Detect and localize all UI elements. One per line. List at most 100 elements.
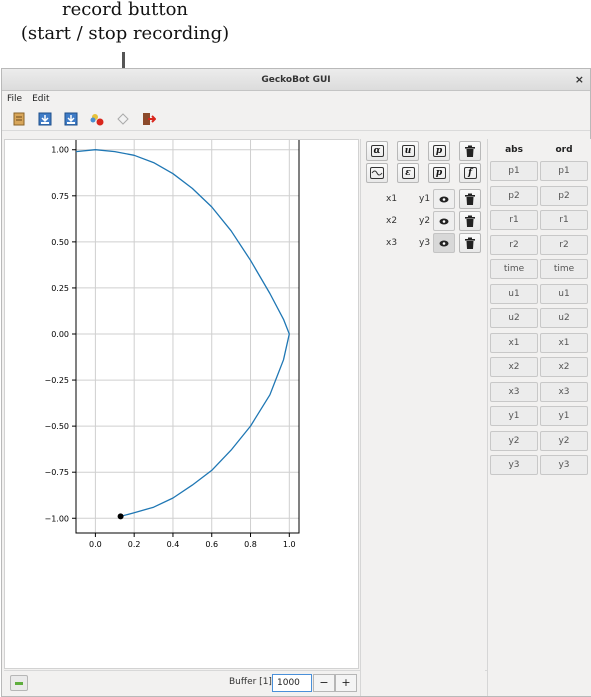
trash-icon — [465, 215, 475, 227]
series-panel: α u p ε p f x1 y1 x2 y2 x3 y3 — [360, 139, 485, 696]
buffer-decrement-button[interactable]: − — [313, 674, 335, 692]
trash-icon — [465, 193, 475, 205]
ord-var-button[interactable]: y2 — [540, 430, 588, 451]
ord-var-button[interactable]: x3 — [540, 381, 588, 402]
ord-var-button[interactable]: r1 — [540, 210, 588, 230]
abs-var-button[interactable]: y1 — [490, 406, 538, 426]
ord-var-button[interactable]: x2 — [540, 357, 588, 377]
delete-series-button[interactable] — [459, 211, 481, 231]
alpha-icon: α — [370, 145, 384, 157]
wave-icon — [370, 167, 384, 179]
visibility-toggle[interactable] — [433, 189, 455, 209]
series-line — [75, 149, 290, 518]
menu-bar: File Edit — [2, 91, 590, 107]
delete-series-button[interactable] — [459, 233, 481, 253]
series-x-label: x2 — [386, 216, 398, 226]
ord-var-button[interactable]: y3 — [540, 455, 588, 475]
close-icon[interactable]: × — [575, 69, 584, 91]
ord-var-button[interactable]: x1 — [540, 332, 588, 353]
series-row: x3 y3 — [361, 233, 486, 255]
func-button-epsilon[interactable]: ε — [397, 163, 419, 183]
ord-var-button[interactable]: u1 — [540, 283, 588, 304]
abs-var-button[interactable]: r1 — [490, 210, 538, 230]
delete-series-button[interactable] — [459, 189, 481, 209]
abs-var-button[interactable]: r2 — [490, 234, 538, 255]
series-row: x2 y2 — [361, 211, 486, 233]
ord-var-button[interactable]: p2 — [540, 185, 588, 206]
x-tick-label: 1.0 — [283, 540, 296, 549]
y-tick-label: −0.50 — [44, 422, 69, 431]
func-button-u[interactable]: u — [397, 141, 419, 161]
export-icon[interactable] — [63, 111, 79, 127]
ord-var-button[interactable]: time — [540, 259, 588, 279]
menu-edit[interactable]: Edit — [32, 91, 49, 107]
eye-icon — [439, 218, 449, 224]
variable-panel: abs ord p1 p1 p2 p2 r1 r1 r2 r2 time time u1 u1 u2 u2… — [487, 139, 591, 696]
abs-var-button[interactable]: x1 — [490, 332, 538, 353]
y-tick-label: −0.25 — [44, 376, 69, 385]
func-button-p[interactable]: p — [428, 141, 450, 161]
func-button-p-index[interactable]: p — [428, 163, 450, 183]
window-title: GeckoBot GUI — [261, 75, 331, 85]
y-tick-label: −1.00 — [44, 514, 69, 523]
series-y-label: y3 — [419, 238, 431, 248]
eye-icon — [439, 240, 449, 246]
import-icon[interactable] — [37, 111, 53, 127]
x-tick-label: 0.2 — [128, 540, 141, 549]
title-bar: GeckoBot GUI × — [2, 69, 590, 91]
x-tick-label: 0.0 — [89, 540, 102, 549]
ord-var-button[interactable]: r2 — [540, 234, 588, 255]
abs-var-button[interactable]: x2 — [490, 357, 538, 377]
func-button-wave[interactable] — [366, 163, 388, 183]
menu-file[interactable]: File — [7, 91, 22, 107]
y-tick-label: 0.00 — [51, 330, 69, 339]
abs-var-button[interactable]: p2 — [490, 185, 538, 206]
abs-var-button[interactable]: x3 — [490, 381, 538, 402]
series-y-label: y1 — [419, 194, 431, 204]
plot-canvas[interactable]: 0.0 0.2 0.4 0.6 0.8 1.0 1.00 0.75 0.50 0.25 0.00 −0… — [4, 139, 359, 669]
abs-var-button[interactable]: y2 — [490, 430, 538, 451]
exit-icon[interactable] — [141, 111, 157, 127]
annotation-subtitle: (start / stop recording) — [20, 23, 230, 44]
abs-column-header: abs — [505, 145, 523, 155]
y-tick-label: 0.25 — [51, 284, 69, 293]
series-row: x1 y1 — [361, 189, 486, 211]
buffer-increment-button[interactable]: + — [335, 674, 357, 692]
abs-var-button[interactable]: p1 — [490, 161, 538, 181]
palette-icon[interactable] — [89, 111, 105, 127]
abs-var-button[interactable]: u1 — [490, 283, 538, 304]
toggle-button[interactable] — [10, 675, 28, 691]
line-chart: 0.0 0.2 0.4 0.6 0.8 1.0 1.00 0.75 0.50 0.25 0.00 −0… — [44, 140, 300, 549]
series-y-label: y2 — [419, 216, 431, 226]
abs-var-button[interactable]: y3 — [490, 455, 538, 475]
end-point-marker — [117, 513, 124, 520]
ord-var-button[interactable]: p1 — [540, 161, 588, 181]
ord-var-button[interactable]: u2 — [540, 308, 588, 328]
toolbar — [2, 107, 590, 131]
p-icon: p — [432, 145, 446, 157]
trash-icon — [465, 237, 475, 249]
series-x-label: x3 — [386, 238, 398, 248]
y-tick-label: 1.00 — [51, 146, 69, 155]
ord-var-button[interactable]: y1 — [540, 406, 588, 426]
app-window: GeckoBot GUI × File Edit 0.0 0.2 0.4 0.6… — [1, 68, 591, 697]
func-button-f[interactable]: f — [459, 163, 481, 183]
y-tick-label: 0.50 — [51, 238, 69, 247]
abs-var-button[interactable]: u2 — [490, 308, 538, 328]
func-button-alpha[interactable]: α — [366, 141, 388, 161]
p-index-icon: p — [432, 167, 446, 179]
axes-frame — [75, 140, 300, 534]
buffer-label: Buffer [1]: — [229, 677, 275, 687]
y-tick-label: −0.75 — [44, 468, 69, 477]
x-tick-label: 0.8 — [244, 540, 257, 549]
eye-icon — [439, 196, 449, 202]
delete-all-button[interactable] — [459, 141, 481, 161]
epsilon-icon: ε — [401, 167, 415, 179]
visibility-toggle[interactable] — [433, 211, 455, 231]
abs-var-button[interactable]: time — [490, 259, 538, 279]
buffer-input[interactable]: 1000 — [272, 674, 312, 692]
ord-column-header: ord — [555, 145, 573, 155]
visibility-toggle[interactable] — [433, 233, 455, 253]
document-icon[interactable] — [11, 111, 27, 127]
record-icon[interactable] — [115, 111, 131, 127]
